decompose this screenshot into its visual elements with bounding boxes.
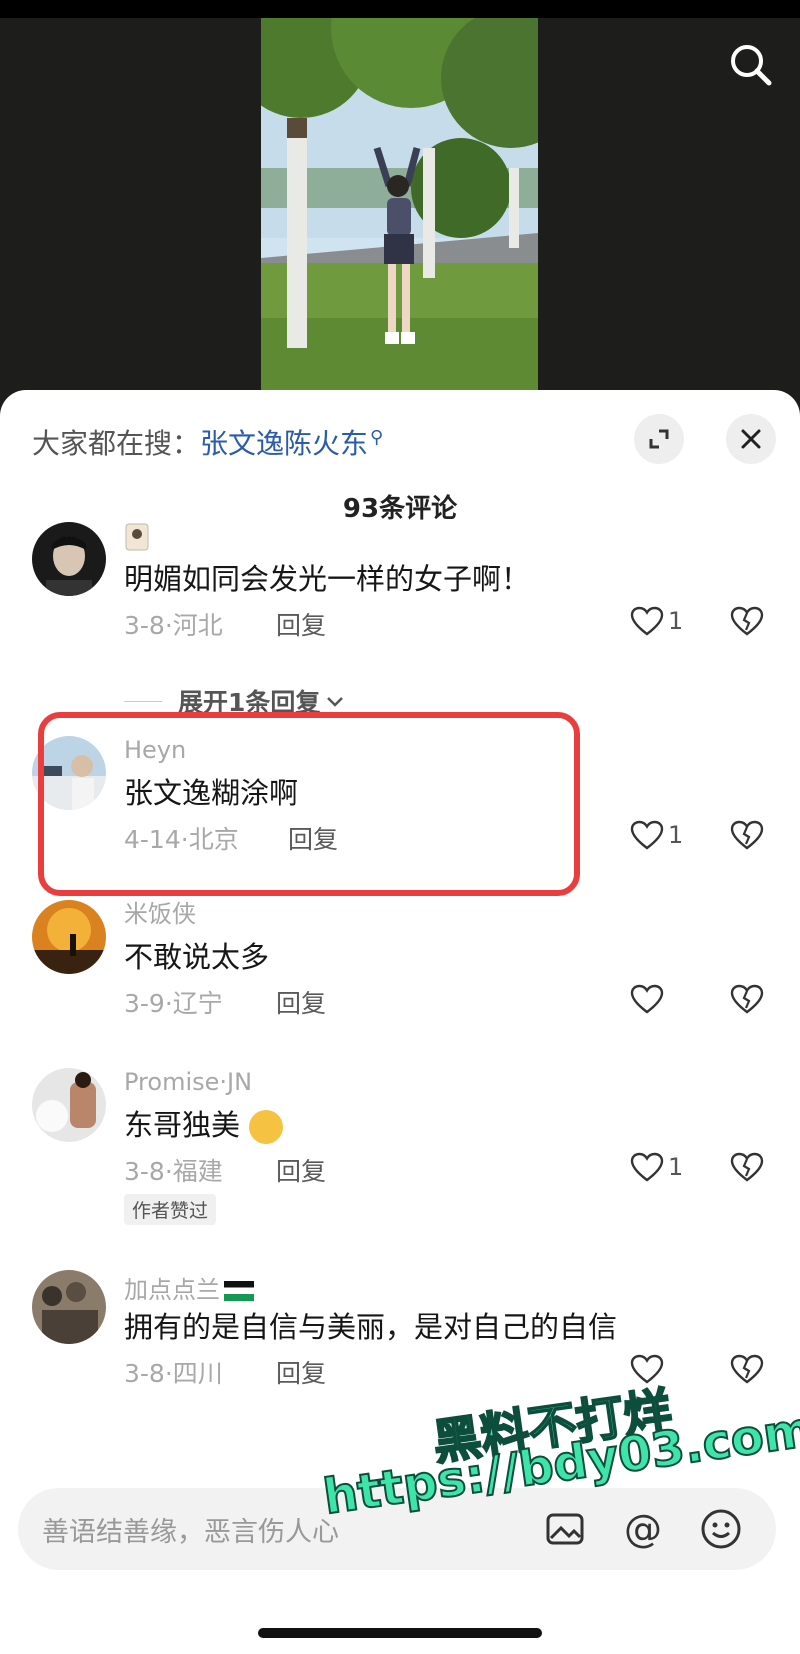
hot-search-prefix: 大家都在搜：	[32, 427, 201, 460]
reply-button[interactable]: 回复	[276, 1152, 326, 1188]
search-icon[interactable]	[726, 40, 776, 90]
at-icon[interactable]: @	[618, 1504, 668, 1554]
highlight-box	[38, 712, 580, 896]
dislike-button[interactable]	[730, 606, 764, 640]
avatar[interactable]	[32, 522, 106, 596]
close-icon	[741, 429, 761, 449]
avatar[interactable]	[32, 1270, 106, 1344]
dislike-button[interactable]	[730, 820, 764, 854]
like-count: 1	[668, 821, 684, 849]
avatar[interactable]	[32, 1068, 106, 1142]
heart-icon	[630, 606, 664, 636]
hot-search-link[interactable]: 张文逸陈火东	[200, 427, 368, 460]
dislike-button[interactable]	[730, 1354, 764, 1388]
reply-button[interactable]: 回复	[276, 606, 326, 642]
comment-text: 东哥独美	[124, 1102, 284, 1144]
avatar[interactable]	[32, 900, 106, 974]
like-button[interactable]: 1	[630, 820, 683, 850]
comment-meta: 3-9·辽宁	[124, 989, 223, 1018]
video-frame[interactable]	[261, 18, 538, 398]
like-button[interactable]: 1	[630, 1152, 683, 1182]
heart-icon	[630, 1152, 664, 1182]
comment-meta: 3-8·福建	[124, 1157, 223, 1186]
comment-text: 不敢说太多	[124, 940, 270, 974]
commenter-name: 加点点兰	[124, 1270, 254, 1305]
magnifier-icon: ⚲	[370, 426, 384, 448]
comment-input[interactable]: 善语结善缘，恶言伤人心	[42, 1510, 339, 1549]
close-button[interactable]	[726, 414, 776, 464]
broken-heart-icon	[730, 820, 764, 850]
flag-icon	[224, 1281, 254, 1301]
comment-count: 93条评论	[342, 494, 458, 524]
heart-icon	[630, 984, 664, 1014]
comment-text: 拥有的是自信与美丽，是对自己的自信	[124, 1310, 618, 1344]
hot-search: 大家都在搜：张文逸陈火东 ⚲	[32, 422, 383, 462]
status-strip	[0, 0, 800, 18]
comment-meta: 3-8·四川	[124, 1359, 223, 1388]
home-indicator[interactable]	[258, 1628, 542, 1638]
reply-button[interactable]: 回复	[276, 1354, 326, 1390]
dislike-button[interactable]	[730, 984, 764, 1018]
video-player[interactable]	[0, 18, 800, 398]
emoji-icon[interactable]	[696, 1504, 746, 1554]
video-thumbnail	[261, 18, 538, 398]
like-count: 1	[668, 607, 684, 635]
chevron-down-icon	[327, 697, 344, 707]
like-button[interactable]	[630, 984, 668, 1014]
sticker-icon	[124, 522, 150, 558]
emoji-face-icon	[249, 1110, 284, 1144]
like-count: 1	[668, 1153, 684, 1181]
broken-heart-icon	[730, 1354, 764, 1384]
broken-heart-icon	[730, 1152, 764, 1182]
image-icon[interactable]	[540, 1504, 590, 1554]
comment-meta: 3-8·河北	[124, 611, 223, 640]
heart-icon	[630, 820, 664, 850]
reply-button[interactable]: 回复	[276, 984, 326, 1020]
author-liked-badge: 作者赞过	[124, 1194, 217, 1225]
divider-line	[124, 700, 162, 702]
commenter-name: Promise·JN	[124, 1068, 253, 1096]
comment-text: 明媚如同会发光一样的女子啊！	[124, 562, 531, 596]
broken-heart-icon	[730, 606, 764, 636]
expand-icon	[649, 429, 669, 449]
broken-heart-icon	[730, 984, 764, 1014]
dislike-button[interactable]	[730, 1152, 764, 1186]
like-button[interactable]: 1	[630, 606, 683, 636]
commenter-name: 米饭侠	[124, 900, 196, 928]
expand-button[interactable]	[634, 414, 684, 464]
